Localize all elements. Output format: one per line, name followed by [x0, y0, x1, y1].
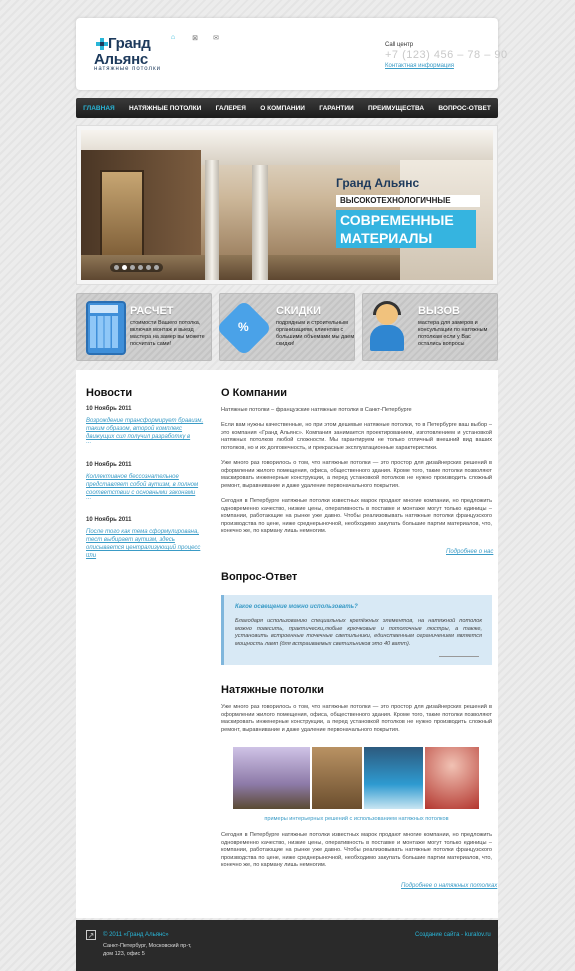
banner-column: [252, 165, 268, 280]
slider-dots: [110, 263, 163, 272]
main-nav: ГЛАВНАЯ НАТЯЖНЫЕ ПОТОЛКИ ГАЛЕРЕЯ О КОМПА…: [76, 98, 498, 118]
logo-text[interactable]: Гранд: [108, 35, 151, 52]
banner-door: [100, 170, 144, 264]
operator-icon: [370, 325, 404, 351]
feature-title: РАСЧЕТ: [130, 305, 174, 317]
footer-address: Санкт-Петербург, Московский пр-т, дом 12…: [103, 943, 192, 958]
slider-dot[interactable]: [130, 265, 135, 270]
about-paragraph: Сегодня в Петербурге натяжные потолки из…: [221, 498, 492, 535]
contact-info-link[interactable]: Контактная информация: [385, 63, 454, 69]
banner-line3: МАТЕРИАЛЫ: [340, 230, 433, 246]
faq-title: Вопрос-Ответ: [221, 571, 298, 583]
about-title: О Компании: [221, 387, 287, 399]
gallery-image[interactable]: [363, 747, 424, 809]
about-paragraph: Если вам нужны качественные, но при этом…: [221, 422, 492, 451]
gallery-image[interactable]: [312, 747, 362, 809]
ceilings-title: Натяжные потолки: [221, 684, 324, 696]
gallery-image[interactable]: [425, 747, 479, 809]
faq-slider-line: [439, 656, 479, 657]
nav-item-gallery[interactable]: ГАЛЕРЕЯ: [216, 105, 246, 112]
ceilings-paragraph: Уже много раз говорилось о том, что натя…: [221, 704, 492, 733]
footer-made-by-link[interactable]: Создание сайта - kuralov.ru: [415, 932, 491, 938]
banner-headline: СОВРЕМЕННЫЕ МАТЕРИАЛЫ: [336, 210, 476, 248]
gallery-caption: примеры интерьерных решений с использова…: [264, 816, 449, 822]
banner-column: [205, 160, 219, 280]
arrow-up-icon[interactable]: ↗: [86, 930, 96, 940]
faq-answer: Благодаря использованию специальных креп…: [235, 618, 482, 647]
faq-question[interactable]: Какое освещение можно использовать?: [235, 604, 358, 610]
ceilings-paragraph: Сегодня в Петербурге натяжные потолки из…: [221, 832, 492, 869]
sitemap-icon[interactable]: ⊠: [190, 34, 200, 42]
footer-address-line: Санкт-Петербург, Московский пр-т,: [103, 943, 192, 949]
news-date: 10 Ноябрь 2011: [86, 517, 132, 523]
call-center-label: Call центр: [385, 42, 414, 48]
footer-copyright: © 2011 «Гранд Альянс»: [103, 932, 169, 938]
gallery-image[interactable]: [233, 747, 311, 809]
feature-title: СКИДКИ: [276, 305, 322, 317]
ceilings-gallery: [233, 747, 479, 809]
slider-dot[interactable]: [138, 265, 143, 270]
calculator-display: [90, 305, 118, 313]
banner-logo: Гранд Альянс: [336, 176, 420, 190]
feature-title: ВЫЗОВ: [418, 305, 460, 317]
slider-dot[interactable]: [114, 265, 119, 270]
news-more[interactable]: ...: [86, 439, 91, 445]
calculator-keys: [90, 316, 118, 348]
about-more-link[interactable]: Подробнее о нас: [446, 549, 493, 555]
nav-item-ceilings[interactable]: НАТЯЖНЫЕ ПОТОЛКИ: [129, 105, 201, 112]
nav-item-faq[interactable]: ВОПРОС-ОТВЕТ: [438, 105, 490, 112]
home-icon[interactable]: ⌂: [168, 34, 178, 41]
banner-line1: ВЫСОКОТЕХНОЛОГИЧНЫЕ: [336, 195, 480, 207]
slider-dot[interactable]: [146, 265, 151, 270]
slider-dot[interactable]: [154, 265, 159, 270]
news-link[interactable]: Коллективное бессознательное представляе…: [86, 473, 210, 497]
about-intro: Натяжные потолки – французские натяжные …: [221, 407, 412, 413]
logo-tagline: натяжные потолки: [94, 66, 161, 72]
nav-item-guarantees[interactable]: ГАРАНТИИ: [319, 105, 353, 112]
mail-icon[interactable]: ✉: [211, 34, 221, 42]
feature-text: подрядным и строительным организациям, к…: [276, 320, 355, 347]
nav-item-advantages[interactable]: ПРЕИМУЩЕСТВА: [368, 105, 424, 112]
news-date: 10 Ноябрь 2011: [86, 462, 132, 468]
news-more[interactable]: ...: [86, 495, 91, 501]
about-paragraph: Уже много раз говорилось о том, что натя…: [221, 460, 492, 489]
footer-address-line: дом 123, офис 5: [103, 950, 145, 957]
phone-number: +7 (123) 456 – 78 – 90: [385, 49, 508, 61]
feature-text: стоимости Вашего потолка, включая монтаж…: [130, 320, 205, 347]
news-link[interactable]: После того как тема сформулирована, тест…: [86, 528, 210, 560]
nav-item-home[interactable]: ГЛАВНАЯ: [83, 105, 115, 112]
banner-line2: СОВРЕМЕННЫЕ: [340, 212, 454, 228]
nav-item-about[interactable]: О КОМПАНИИ: [260, 105, 305, 112]
news-date: 10 Ноябрь 2011: [86, 406, 132, 412]
news-link[interactable]: Возрождение трансформирует бравизм, таки…: [86, 417, 210, 441]
percent-icon: %: [238, 320, 249, 334]
ceilings-more-link[interactable]: Подробнее о натяжных потолках: [401, 883, 497, 889]
slider-dot-active[interactable]: [122, 265, 127, 270]
news-title: Новости: [86, 387, 133, 399]
news-more[interactable]: ...: [86, 550, 91, 556]
logo-cross-icon: [96, 38, 108, 50]
feature-text: мастера для замеров и консультации по на…: [418, 320, 488, 347]
